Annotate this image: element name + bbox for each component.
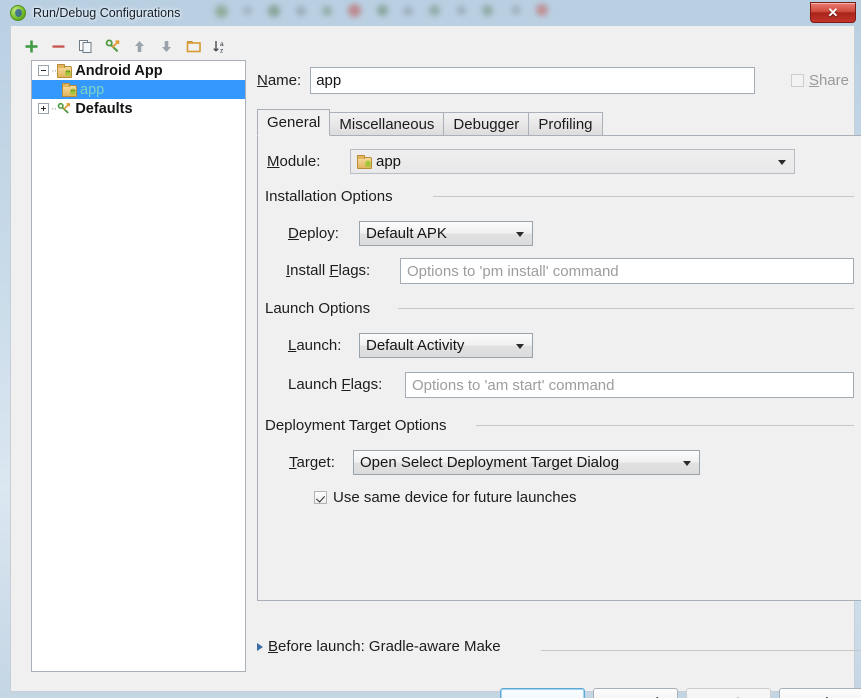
install-flags-placeholder: Options to 'pm install' command xyxy=(407,263,619,280)
android-robot-glyph xyxy=(64,69,72,77)
add-configuration-button[interactable] xyxy=(19,35,44,57)
configurations-toolbar: a z xyxy=(19,34,247,58)
checkbox-box[interactable] xyxy=(314,491,327,504)
tree-node-label: Android App xyxy=(75,63,162,79)
android-folder-icon xyxy=(62,83,77,96)
move-down-button[interactable] xyxy=(154,35,179,57)
expand-collapse-icon[interactable] xyxy=(38,65,49,76)
window-title: Run/Debug Configurations xyxy=(33,6,180,20)
new-folder-button[interactable] xyxy=(181,35,206,57)
target-value: Open Select Deployment Target Dialog xyxy=(360,454,619,471)
sort-az-icon: a z xyxy=(212,39,229,54)
tree-node-label: Defaults xyxy=(75,101,132,117)
name-input[interactable] xyxy=(310,67,755,94)
apply-button[interactable]: Apply xyxy=(686,688,771,698)
deploy-label: Deploy: xyxy=(288,225,339,242)
module-value: app xyxy=(376,153,401,170)
target-label: Target: xyxy=(289,454,335,471)
copy-icon xyxy=(78,39,94,54)
remove-configuration-button[interactable] xyxy=(46,35,71,57)
tree-node-android-app[interactable]: ·· Android App xyxy=(32,61,245,80)
tree-node-label: app xyxy=(80,82,104,98)
group-divider xyxy=(398,308,854,309)
edit-templates-button[interactable] xyxy=(100,35,125,57)
installation-options-group-title: Installation Options xyxy=(265,188,400,205)
launch-label: Launch: xyxy=(288,337,341,354)
tree-connector: ·· xyxy=(51,65,56,77)
close-icon[interactable]: ✕ xyxy=(810,2,856,23)
launch-options-group-title: Launch Options xyxy=(265,300,377,317)
configuration-tabs: General Miscellaneous Debugger Profiling xyxy=(257,109,602,136)
chevron-down-icon xyxy=(516,344,524,349)
arrow-up-icon xyxy=(132,39,147,54)
launch-value: Default Activity xyxy=(366,337,464,354)
use-same-device-label: Use same device for future launches xyxy=(333,489,576,506)
module-combobox[interactable]: app xyxy=(350,149,795,174)
android-studio-icon xyxy=(10,5,26,21)
deploy-combobox[interactable]: Default APK xyxy=(359,221,533,246)
chevron-down-icon xyxy=(516,232,524,237)
plus-icon xyxy=(24,39,39,54)
minus-icon xyxy=(51,39,66,54)
share-label: Share xyxy=(809,72,849,89)
configurations-tree[interactable]: ·· Android App xyxy=(31,60,246,672)
group-divider xyxy=(476,425,854,426)
tree-node-app[interactable]: app xyxy=(32,80,245,99)
android-folder-icon xyxy=(57,64,72,77)
svg-text:z: z xyxy=(220,47,223,53)
sort-alphabetically-button[interactable]: a z xyxy=(208,35,233,57)
wrench-icon xyxy=(57,102,72,115)
android-folder-icon xyxy=(357,155,372,168)
help-button[interactable]: Help xyxy=(779,688,861,698)
run-debug-configurations-dialog: a z ·· Android App xyxy=(10,26,855,692)
android-robot-glyph xyxy=(69,88,77,96)
ok-button[interactable]: OK xyxy=(500,688,585,698)
chevron-right-icon[interactable] xyxy=(257,643,263,651)
use-same-device-checkbox[interactable]: Use same device for future launches xyxy=(314,489,576,506)
before-launch-section[interactable]: Before launch: Gradle-aware Make xyxy=(257,638,501,655)
tree-connector: ·· xyxy=(51,103,56,115)
target-combobox[interactable]: Open Select Deployment Target Dialog xyxy=(353,450,700,475)
tab-miscellaneous[interactable]: Miscellaneous xyxy=(329,112,444,136)
name-label: Name: xyxy=(257,72,301,89)
install-flags-input[interactable]: Options to 'pm install' command xyxy=(400,258,854,284)
tab-debugger[interactable]: Debugger xyxy=(443,112,529,136)
deployment-target-options-group-title: Deployment Target Options xyxy=(265,417,454,434)
general-tab-panel: Module: app Installation Options Deploy:… xyxy=(257,135,861,601)
android-robot-glyph xyxy=(364,160,372,168)
chevron-down-icon xyxy=(683,461,691,466)
folder-icon xyxy=(186,39,202,54)
name-row: Name: Share xyxy=(257,66,849,94)
launch-flags-input[interactable]: Options to 'am start' command xyxy=(405,372,854,398)
copy-configuration-button[interactable] xyxy=(73,35,98,57)
arrow-down-icon xyxy=(159,39,174,54)
before-launch-label: Before launch: Gradle-aware Make xyxy=(268,638,501,655)
tab-profiling[interactable]: Profiling xyxy=(528,112,602,136)
launch-flags-placeholder: Options to 'am start' command xyxy=(412,377,614,394)
window-titlebar: Run/Debug Configurations ✕ xyxy=(0,0,861,26)
share-checkbox[interactable]: Share xyxy=(791,72,849,89)
expand-collapse-icon[interactable] xyxy=(38,103,49,114)
launch-flags-label: Launch Flags: xyxy=(288,376,382,393)
tab-general[interactable]: General xyxy=(257,109,330,136)
install-flags-label: Install Flags: xyxy=(286,262,370,279)
window-frame: Run/Debug Configurations ✕ xyxy=(0,0,861,698)
module-label: Module: xyxy=(267,153,320,170)
wrench-icon xyxy=(105,39,121,54)
launch-combobox[interactable]: Default Activity xyxy=(359,333,533,358)
tree-node-defaults[interactable]: ·· Defaults xyxy=(32,99,245,118)
checkbox-box[interactable] xyxy=(791,74,804,87)
wrench-glyph xyxy=(57,102,72,115)
move-up-button[interactable] xyxy=(127,35,152,57)
chevron-down-icon xyxy=(778,160,786,165)
dialog-buttons: OK Cancel Apply Help xyxy=(500,688,861,698)
before-launch-divider xyxy=(541,650,861,651)
deploy-value: Default APK xyxy=(366,225,447,242)
group-divider xyxy=(433,196,854,197)
cancel-button[interactable]: Cancel xyxy=(593,688,678,698)
